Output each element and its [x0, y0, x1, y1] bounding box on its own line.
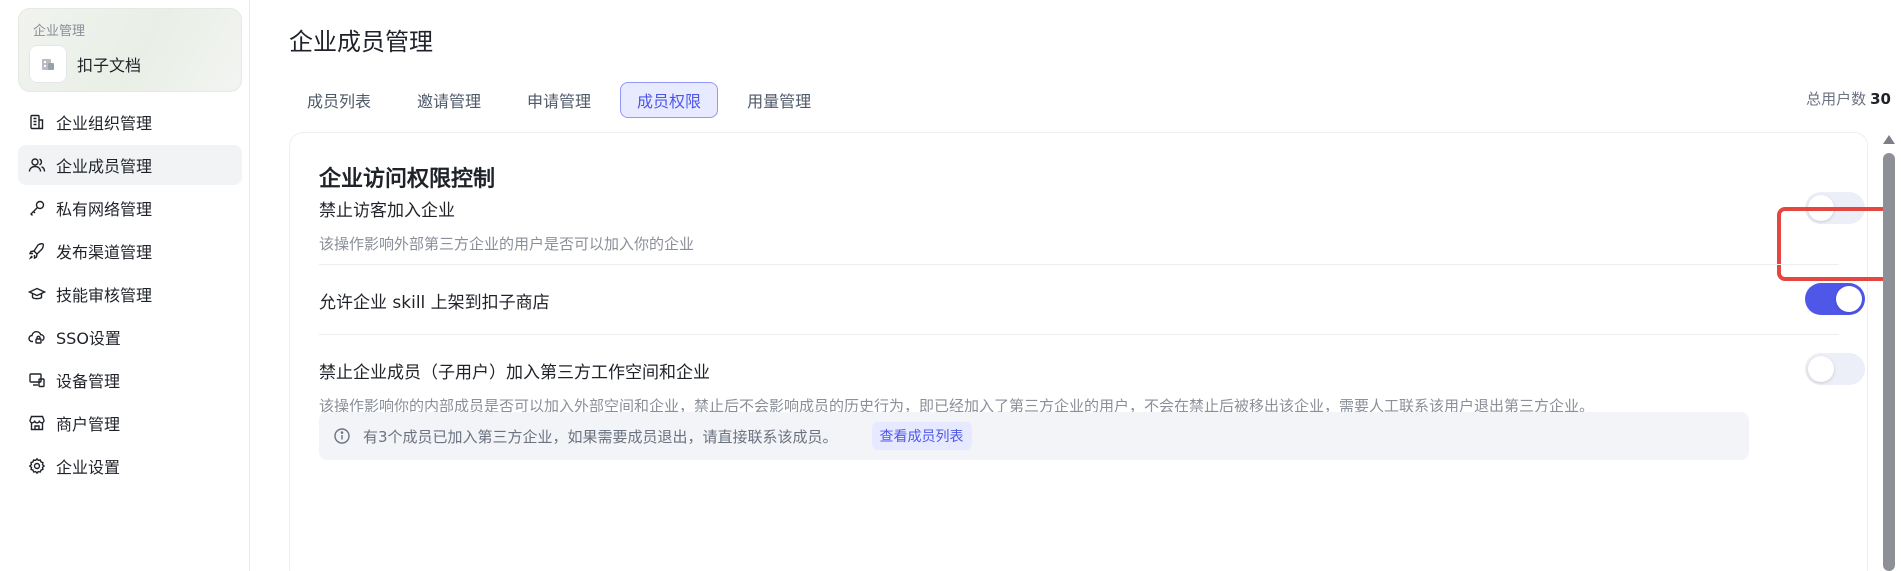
org-name: 扣子文档: [77, 56, 142, 75]
view-member-list-link[interactable]: 查看成员列表: [871, 422, 972, 450]
sidebar-item-org[interactable]: 企业组织管理: [18, 102, 242, 142]
sidebar-item-publish-channel[interactable]: 发布渠道管理: [18, 231, 242, 271]
org-logo-icon: [29, 45, 67, 83]
tab-usage-management[interactable]: 用量管理: [730, 82, 828, 118]
sidebar-item-devices[interactable]: 设备管理: [18, 360, 242, 400]
sidebar-item-label: 企业组织管理: [56, 114, 153, 133]
devices-icon: [28, 371, 46, 389]
setting-description: 该操作影响外部第三方企业的用户是否可以加入你的企业: [319, 235, 695, 253]
gear-icon: [28, 457, 46, 475]
tab-member-list[interactable]: 成员列表: [290, 82, 388, 118]
toggle-knob: [1836, 286, 1862, 312]
graduation-cap-icon: [28, 285, 46, 303]
divider: [319, 334, 1839, 335]
info-notice: 有3个成员已加入第三方企业，如果需要成员退出，请直接联系该成员。 查看成员列表: [319, 412, 1749, 460]
sidebar-nav: 企业组织管理 企业成员管理 私有网络管理 发布渠道管理 技能审核管理 SSO设置…: [18, 102, 242, 489]
scroll-thumb[interactable]: [1883, 153, 1895, 571]
setting-title: 允许企业 skill 上架到扣子商店: [319, 293, 550, 313]
sidebar-item-private-network[interactable]: 私有网络管理: [18, 188, 242, 228]
rocket-icon: [28, 242, 46, 260]
sidebar-item-label: 发布渠道管理: [56, 243, 153, 262]
toggle-block-guest[interactable]: [1805, 192, 1865, 224]
panel-title: 企业访问权限控制: [319, 167, 496, 192]
sidebar-item-label: 技能审核管理: [56, 286, 153, 305]
sidebar-item-label: SSO设置: [56, 329, 121, 348]
sidebar-item-settings[interactable]: 企业设置: [18, 446, 242, 486]
toggle-knob: [1808, 356, 1834, 382]
org-caption: 企业管理: [33, 24, 86, 39]
tab-invite-management[interactable]: 邀请管理: [400, 82, 498, 118]
page-title: 企业成员管理: [289, 28, 433, 56]
notice-text: 有3个成员已加入第三方企业，如果需要成员退出，请直接联系该成员。: [363, 427, 838, 446]
sidebar-item-sso[interactable]: SSO设置: [18, 317, 242, 357]
org-switcher[interactable]: 企业管理 扣子文档: [18, 8, 242, 92]
sidebar-item-label: 企业设置: [56, 458, 121, 477]
info-icon: [333, 427, 351, 445]
sidebar-item-skill-review[interactable]: 技能审核管理: [18, 274, 242, 314]
main-content: 企业成员管理 成员列表 邀请管理 申请管理 成员权限 用量管理 总用户数 30 企…: [250, 0, 1901, 571]
divider: [319, 264, 1839, 265]
setting-title: 禁止企业成员（子用户）加入第三方工作空间和企业: [319, 363, 710, 383]
sidebar: 企业管理 扣子文档 企业组织管理 企业成员管理 私有网络管理 发布渠道管理 技能…: [0, 0, 250, 571]
toggle-knob: [1808, 195, 1834, 221]
setting-block-guest: 禁止访客加入企业 该操作影响外部第三方企业的用户是否可以加入你的企业: [319, 196, 1839, 254]
building-icon: [28, 113, 46, 131]
cloud-lock-icon: [28, 328, 46, 346]
toggle-allow-skill-store[interactable]: [1805, 283, 1865, 315]
tab-member-permissions[interactable]: 成员权限: [620, 82, 719, 118]
users-icon: [28, 156, 46, 174]
sidebar-item-label: 私有网络管理: [56, 200, 153, 219]
sidebar-item-members[interactable]: 企业成员管理: [18, 145, 242, 185]
scrollbar[interactable]: [1883, 135, 1895, 571]
tab-application-management[interactable]: 申请管理: [510, 82, 608, 118]
toggle-block-third-party[interactable]: [1805, 353, 1865, 385]
setting-allow-skill-store: 允许企业 skill 上架到扣子商店: [319, 288, 1839, 313]
tab-bar: 成员列表 邀请管理 申请管理 成员权限 用量管理: [290, 82, 840, 118]
setting-title: 禁止访客加入企业: [319, 201, 455, 221]
sidebar-item-label: 商户管理: [56, 415, 121, 434]
access-control-panel: 企业访问权限控制 禁止访客加入企业 该操作影响外部第三方企业的用户是否可以加入你…: [289, 132, 1893, 571]
user-count-value: 30: [1870, 90, 1891, 108]
key-icon: [28, 199, 46, 217]
scroll-up-arrow-icon[interactable]: [1883, 135, 1895, 144]
sidebar-item-merchant[interactable]: 商户管理: [18, 403, 242, 443]
sidebar-item-label: 设备管理: [56, 372, 121, 391]
user-count-label: 总用户数: [1806, 90, 1867, 108]
sidebar-item-label: 企业成员管理: [56, 157, 153, 176]
user-count: 总用户数 30: [1806, 88, 1891, 109]
store-icon: [28, 414, 46, 432]
setting-block-third-party: 禁止企业成员（子用户）加入第三方工作空间和企业 该操作影响你的内部成员是否可以加…: [319, 358, 1839, 416]
